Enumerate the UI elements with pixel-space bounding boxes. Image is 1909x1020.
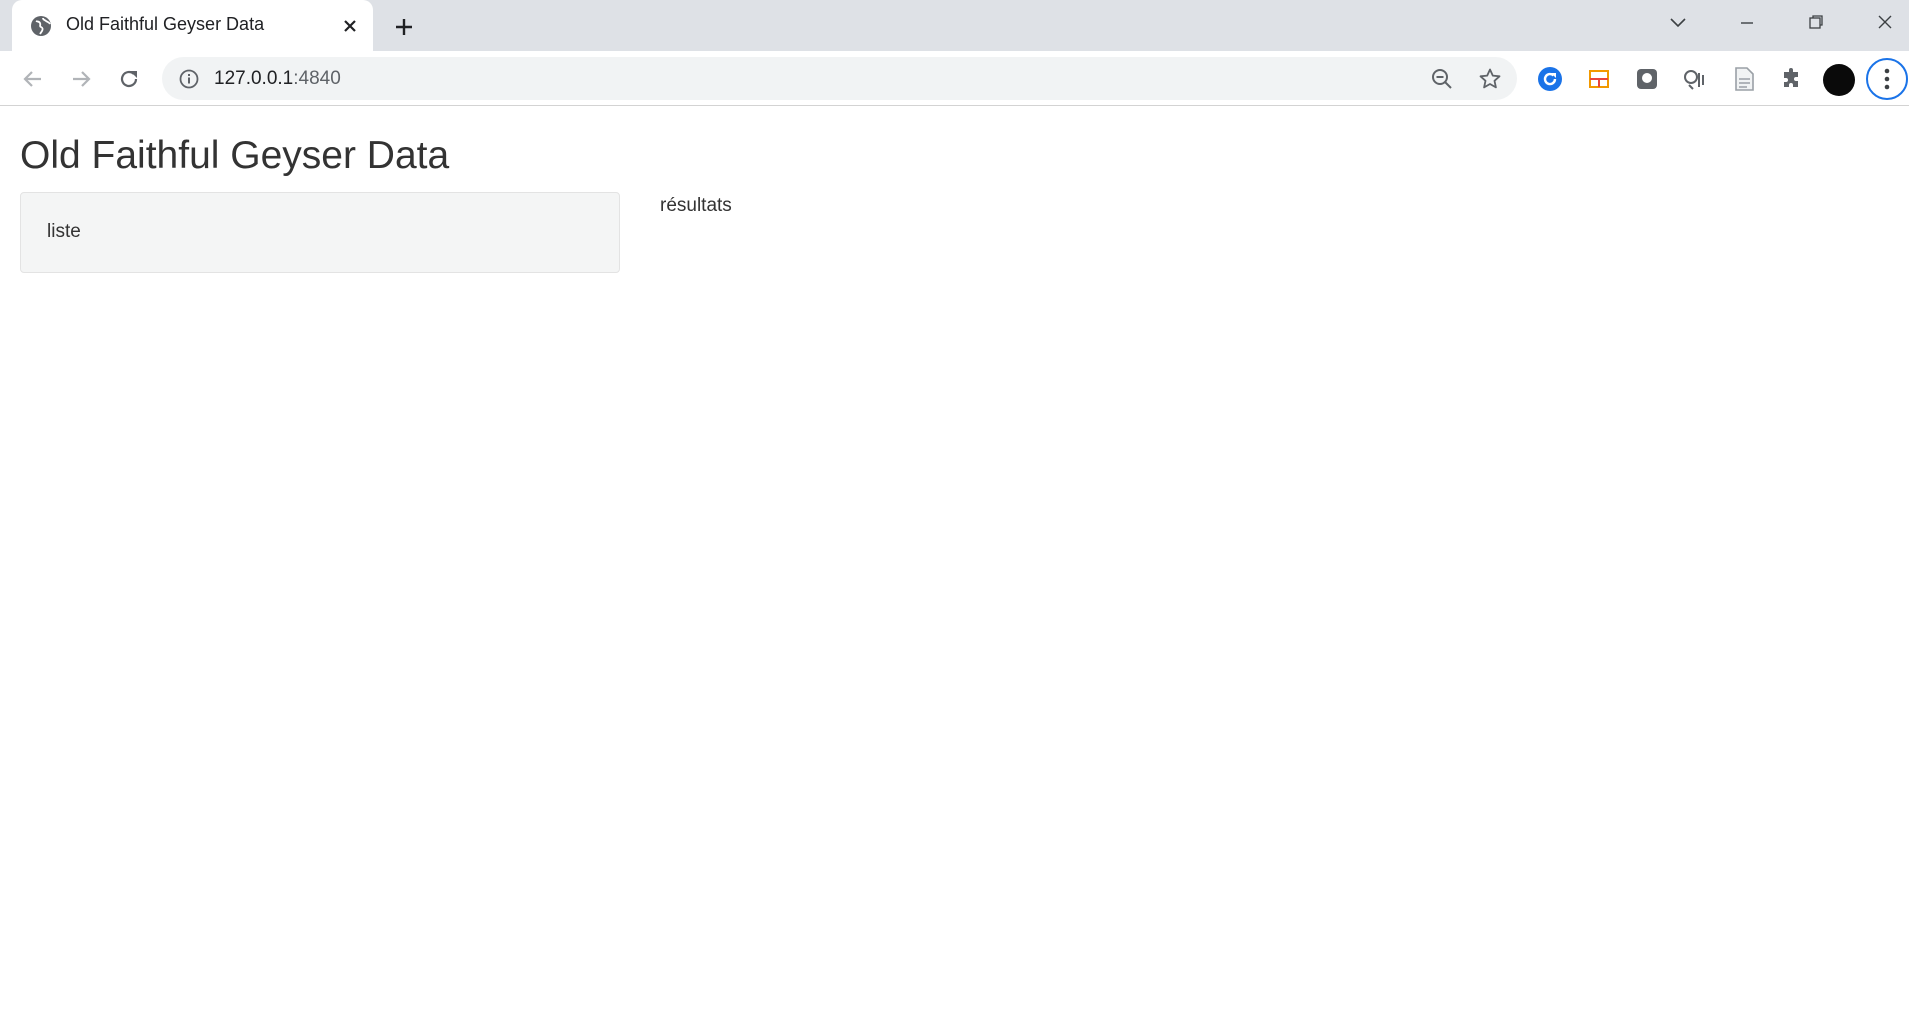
extension-shield-icon[interactable] <box>1632 64 1662 94</box>
url-text[interactable]: 127.0.0.1:4840 <box>214 68 341 90</box>
extension-document-icon[interactable] <box>1729 64 1759 94</box>
extension-refresh-icon[interactable] <box>1535 64 1565 94</box>
browser-tab[interactable]: Old Faithful Geyser Data <box>12 0 373 51</box>
forward-icon[interactable] <box>64 62 98 96</box>
close-tab-icon[interactable] <box>337 13 363 39</box>
extensions-puzzle-icon[interactable] <box>1777 64 1807 94</box>
close-window-icon[interactable] <box>1863 6 1907 38</box>
site-info-icon[interactable] <box>178 68 200 90</box>
browser-toolbar: 127.0.0.1:4840 <box>0 51 1909 106</box>
profile-avatar[interactable] <box>1823 64 1855 96</box>
address-bar[interactable]: 127.0.0.1:4840 <box>162 57 1517 100</box>
url-host: 127.0.0.1 <box>214 68 294 89</box>
new-tab-icon[interactable] <box>388 11 420 43</box>
minimize-icon[interactable] <box>1725 6 1769 38</box>
sidebar-label: liste <box>47 221 81 242</box>
main-panel-label: résultats <box>660 195 732 216</box>
zoom-out-icon[interactable] <box>1429 66 1455 92</box>
page-title: Old Faithful Geyser Data <box>20 134 450 177</box>
browser-menu-icon[interactable] <box>1866 58 1908 100</box>
url-port: :4840 <box>293 68 341 89</box>
tab-strip: Old Faithful Geyser Data <box>0 0 1909 51</box>
tab-search-chevron-icon[interactable] <box>1656 6 1700 38</box>
extension-translate-icon[interactable] <box>1680 64 1710 94</box>
tab-title: Old Faithful Geyser Data <box>66 14 265 34</box>
sidebar-panel: liste <box>20 192 620 273</box>
restore-icon[interactable] <box>1794 6 1838 38</box>
extension-layout-icon[interactable] <box>1584 64 1614 94</box>
globe-icon <box>30 15 52 37</box>
back-icon[interactable] <box>16 62 50 96</box>
bookmark-star-icon[interactable] <box>1477 66 1503 92</box>
page-content: Old Faithful Geyser Data liste résultats <box>0 107 1909 1020</box>
reload-icon[interactable] <box>112 62 146 96</box>
